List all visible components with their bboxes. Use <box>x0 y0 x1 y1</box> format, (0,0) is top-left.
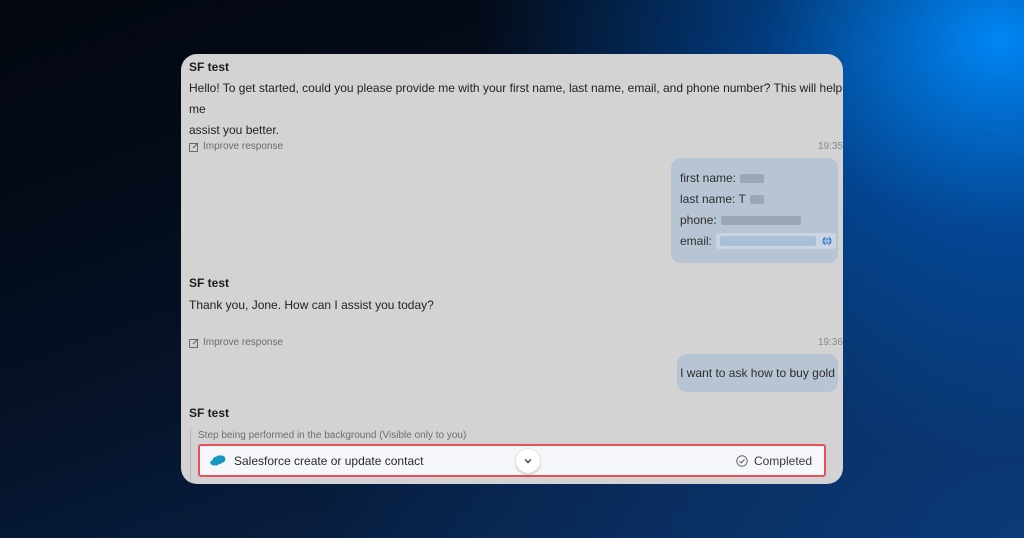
redacted-value <box>749 194 764 204</box>
bot-message: Thank you, Jone. How can I assist you to… <box>189 298 434 312</box>
salesforce-logo-icon <box>210 455 226 466</box>
redacted-value <box>720 236 817 246</box>
bot-message: Hello! To get started, could you please … <box>189 78 843 141</box>
salesforce-action-card[interactable]: Salesforce create or update contact Comp… <box>198 444 826 477</box>
redacted-value <box>740 173 765 183</box>
sender-name: SF test <box>189 406 230 420</box>
chat-panel: SF test Hello! To get started, could you… <box>181 54 843 484</box>
timestamp: 19:36 <box>817 337 843 348</box>
last-name-row: last name: T <box>680 192 764 206</box>
edit-icon <box>189 338 199 348</box>
user-message-bubble: I want to ask how to buy gold <box>677 354 838 392</box>
sender-name: SF test <box>189 60 230 74</box>
email-label: email: <box>680 234 713 248</box>
expand-button[interactable] <box>516 449 540 473</box>
check-circle-icon <box>736 454 748 467</box>
user-message-bubble: first name: last name: T phone: email: <box>671 158 838 263</box>
background-step-note: Step being performed in the background (… <box>198 430 467 441</box>
improve-response-button[interactable]: Improve response <box>189 141 283 152</box>
email-link[interactable] <box>716 233 837 249</box>
improve-response-label: Improve response <box>203 337 284 348</box>
last-name-label: last name: T <box>680 192 746 206</box>
action-label: Salesforce create or update contact <box>234 453 424 468</box>
globe-icon <box>822 236 832 246</box>
email-row: email: <box>680 233 837 249</box>
timestamp: 19:35 <box>817 141 843 152</box>
first-name-row: first name: <box>680 171 765 185</box>
sender-name: SF test <box>189 276 230 290</box>
status-label: Completed <box>753 453 812 468</box>
improve-response-button[interactable]: Improve response <box>189 337 283 348</box>
redacted-value <box>720 215 801 225</box>
step-rail <box>190 429 191 484</box>
improve-response-label: Improve response <box>203 141 284 152</box>
phone-label: phone: <box>680 213 717 227</box>
chevron-down-icon <box>524 459 532 464</box>
status-badge: Completed <box>736 446 812 475</box>
edit-icon <box>189 142 199 152</box>
bot-message-line: Hello! To get started, could you please … <box>189 81 843 116</box>
first-name-label: first name: <box>680 171 737 185</box>
phone-row: phone: <box>680 213 801 227</box>
bot-message-line: assist you better. <box>189 123 280 137</box>
